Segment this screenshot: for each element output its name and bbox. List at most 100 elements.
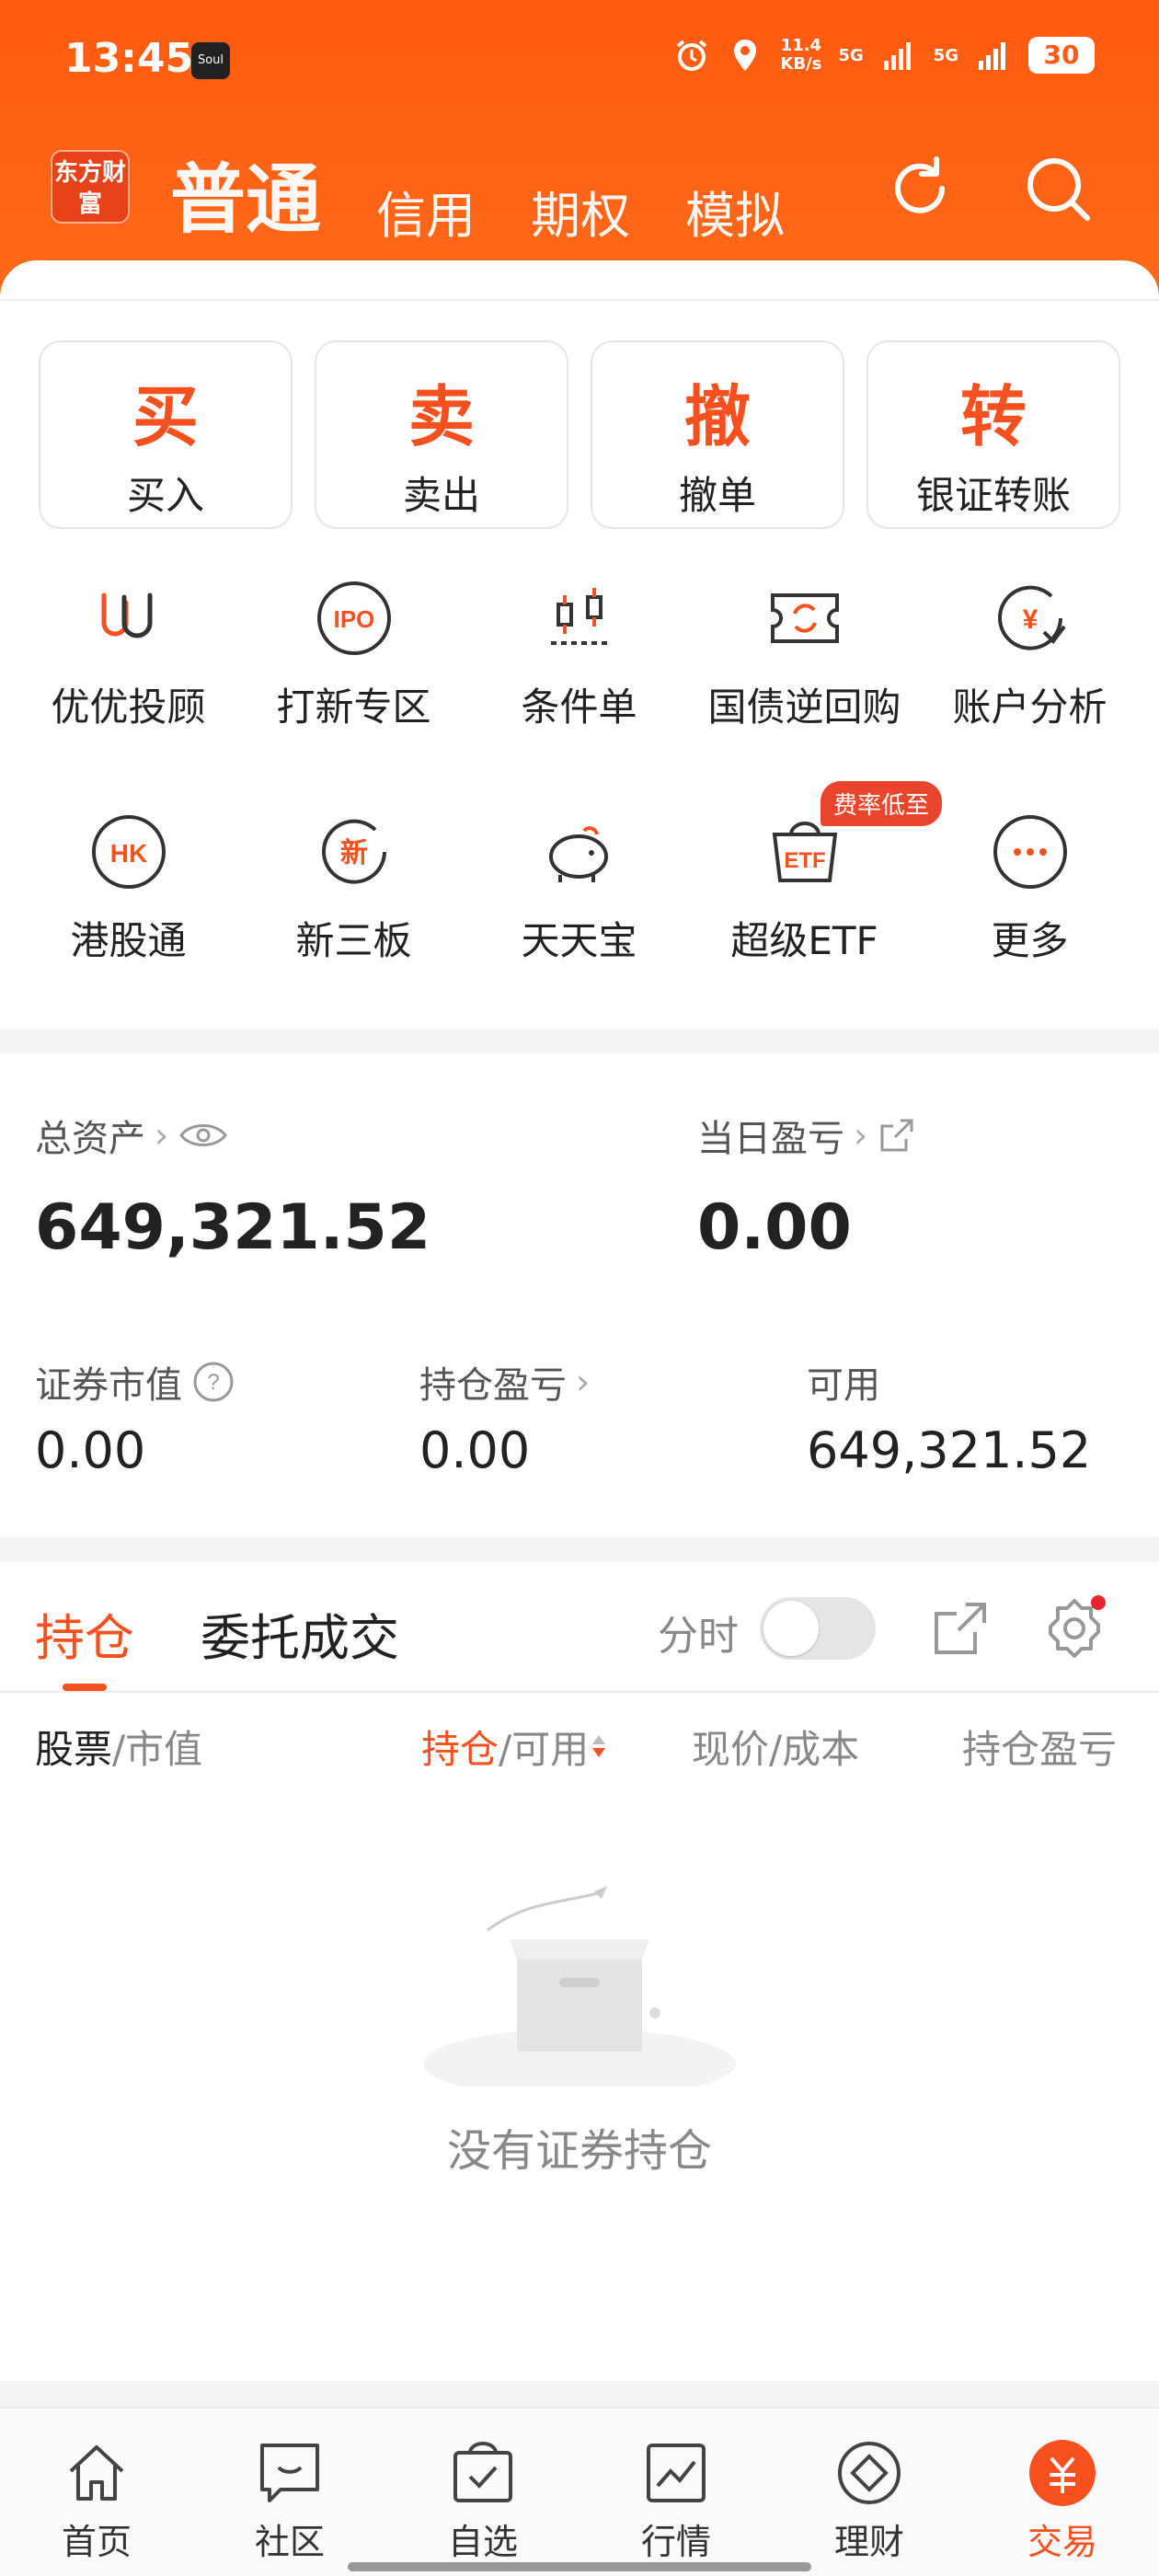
tab-positions[interactable]: 持仓 <box>35 1597 134 1670</box>
intraday-toggle[interactable] <box>760 1597 876 1660</box>
location-icon <box>734 40 757 71</box>
total-assets-value: 649,321.52 <box>35 1191 431 1264</box>
chevron-right-icon: › <box>155 1115 169 1156</box>
market-icon <box>647 2444 706 2502</box>
nav-market[interactable]: 行情 <box>580 2409 773 2576</box>
available-header: 可用 <box>807 1355 880 1409</box>
svg-text:?: ? <box>207 1370 219 1395</box>
nav-label: 自选 <box>447 2522 518 2562</box>
hk-icon-text: HK <box>109 839 146 868</box>
account-analysis-icon: ¥ <box>997 585 1066 650</box>
position-pl-link[interactable]: 持仓盈亏 › <box>419 1355 590 1409</box>
cancel-order-button[interactable]: 撤 撤单 <box>591 340 844 529</box>
soul-app-icon: Soul <box>191 42 230 79</box>
refresh-icon[interactable] <box>883 152 957 225</box>
column-sep: / <box>499 1727 512 1772</box>
nav-community[interactable]: 社区 <box>193 2409 386 2576</box>
feature-tiantianbao[interactable]: 天天宝 <box>466 799 692 1033</box>
feature-label: 天天宝 <box>521 918 637 963</box>
gesture-home-bar[interactable] <box>348 2562 811 2571</box>
wealth-icon <box>838 2442 901 2504</box>
feature-account-analysis[interactable]: ¥ 账户分析 <box>917 566 1142 799</box>
nav-label: 交易 <box>1027 2522 1097 2562</box>
tab-orders-trades[interactable]: 委托成交 <box>201 1597 399 1670</box>
feature-label: 新三板 <box>295 918 412 963</box>
search-icon[interactable] <box>1021 152 1095 225</box>
nav-watchlist[interactable]: 自选 <box>386 2409 580 2576</box>
sell-button[interactable]: 卖 卖出 <box>315 340 568 529</box>
total-assets-link[interactable]: 总资产 › <box>35 1109 229 1162</box>
neeq-icon: 新 <box>321 819 386 884</box>
tab-simulation[interactable]: 模拟 <box>685 175 785 247</box>
holdings-divider <box>0 1691 1159 1693</box>
brand-logo: 东方财富 <box>51 150 130 224</box>
nav-wealth[interactable]: 理财 <box>773 2409 966 2576</box>
feature-label: 超级ETF <box>730 918 878 963</box>
feature-hk-connect[interactable]: HK 港股通 <box>16 799 241 1033</box>
more-icon <box>993 815 1067 889</box>
hk-icon: HK <box>91 815 166 889</box>
ipo-icon: IPO <box>316 581 391 655</box>
total-assets-label: 总资产 <box>35 1118 145 1160</box>
available-value: 649,321.52 <box>807 1421 1092 1479</box>
uu-icon <box>101 592 152 638</box>
feature-super-etf[interactable]: 费率低至 ETF 超级ETF <box>692 781 943 1033</box>
alarm-icon <box>677 40 707 71</box>
feature-uu-advisor[interactable]: 优优投顾 <box>16 566 241 799</box>
market-value-label: 证券市值 <box>35 1364 182 1407</box>
nav-label: 首页 <box>61 2522 132 2562</box>
feature-label: 国债逆回购 <box>707 684 901 730</box>
feature-bond-repo[interactable]: 国债逆回购 <box>692 566 917 799</box>
feature-neeq[interactable]: 新 新三板 <box>241 799 466 1033</box>
column-market-value: 市值 <box>125 1727 203 1772</box>
help-icon[interactable]: ? <box>191 1360 235 1404</box>
nav-home[interactable]: 首页 <box>0 2409 193 2576</box>
eye-icon[interactable] <box>178 1117 229 1154</box>
nav-trade[interactable]: 交易 <box>966 2409 1159 2576</box>
empty-positions-text: 没有证券持仓 <box>446 2125 712 2177</box>
cancel-label: 撤单 <box>678 473 756 518</box>
tab-credit[interactable]: 信用 <box>376 175 476 247</box>
tab-normal[interactable]: 普通 <box>170 138 321 247</box>
column-position-available[interactable]: 持仓/可用 <box>421 1719 609 1775</box>
signal-icon <box>979 42 1005 70</box>
sell-label: 卖出 <box>402 473 480 518</box>
quick-actions: 买 买入 卖 卖出 撤 撤单 转 银证转账 <box>39 340 1120 529</box>
feature-ipo-zone[interactable]: IPO 打新专区 <box>241 566 466 799</box>
daily-pl-link[interactable]: 当日盈亏 › <box>697 1109 917 1162</box>
market-value: 0.00 <box>35 1421 146 1479</box>
buy-button[interactable]: 买 买入 <box>39 340 293 529</box>
feature-more[interactable]: 更多 <box>917 799 1142 1033</box>
share-icon[interactable] <box>877 1115 917 1156</box>
daily-pl-label: 当日盈亏 <box>697 1118 844 1160</box>
status-indicators: 11.4 KB/s 5G 5G 30 <box>673 37 1095 74</box>
piggy-bank-icon <box>548 826 608 882</box>
signal-1-label: 5G <box>838 45 864 65</box>
transfer-label: 银证转账 <box>915 473 1071 518</box>
holdings-panel: 持仓 委托成交 分时 股票/市值 持仓/可用 现价/成本 持仓盈亏 没有证券持仓 <box>0 1562 1159 2381</box>
signal-2-label: 5G <box>933 45 958 65</box>
column-price-cost[interactable]: 现价/成本 <box>692 1719 859 1775</box>
column-stock-market-value[interactable]: 股票/市值 <box>35 1719 202 1775</box>
assets-summary: 总资产 › 649,321.52 当日盈亏 › 0.00 证券市值 ? 0.00… <box>0 1053 1159 1536</box>
net-speed-value: 11.4 <box>780 36 822 55</box>
feature-grid: 优优投顾 IPO 打新专区 条件单 国债逆回购 ¥ 账户分析 HK 港股通 新 … <box>0 566 1159 1033</box>
status-time: 13:45 <box>64 35 194 82</box>
feature-label: 打新专区 <box>276 684 431 730</box>
bank-transfer-button[interactable]: 转 银证转账 <box>866 340 1120 529</box>
position-pl-label: 持仓盈亏 <box>419 1364 567 1407</box>
market-value-header: 证券市值 ? <box>35 1355 235 1409</box>
column-sep: / <box>112 1727 126 1772</box>
notification-dot <box>1091 1595 1106 1610</box>
tab-underline <box>63 1684 107 1691</box>
export-icon[interactable] <box>927 1595 993 1662</box>
feature-condition-order[interactable]: 条件单 <box>466 566 692 799</box>
column-position-pl[interactable]: 持仓盈亏 <box>962 1719 1128 1775</box>
intraday-label: 分时 <box>658 1613 739 1660</box>
available-label: 可用 <box>807 1364 880 1407</box>
condition-icon <box>550 588 608 645</box>
empty-box-illustration <box>423 1886 736 2087</box>
feature-label: 优优投顾 <box>51 684 206 730</box>
toggle-knob <box>763 1601 819 1656</box>
tab-options[interactable]: 期权 <box>531 175 630 247</box>
